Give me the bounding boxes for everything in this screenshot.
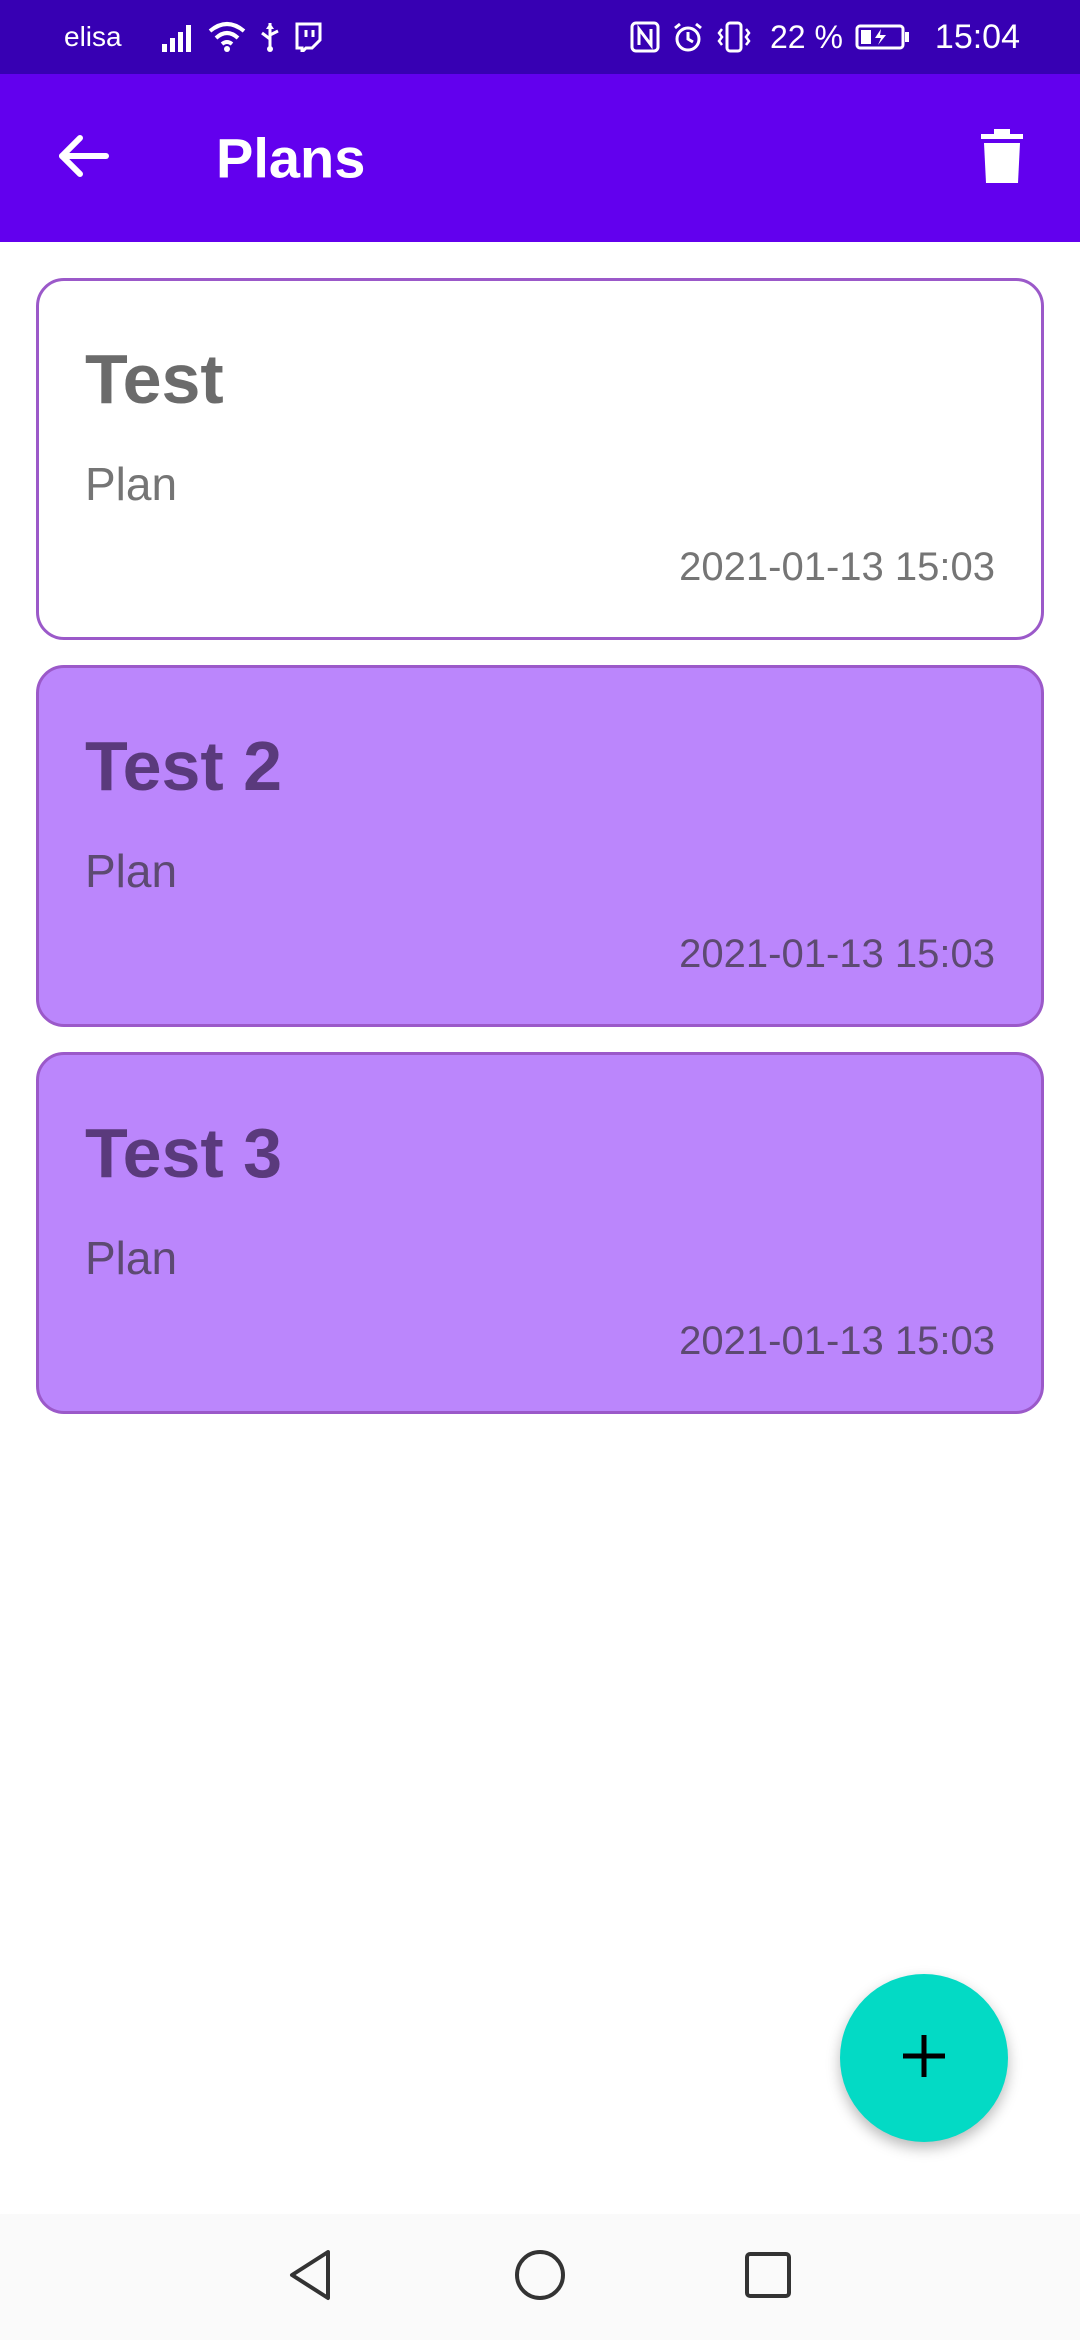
plan-subtitle: Plan bbox=[85, 1232, 178, 1284]
nav-back-button[interactable] bbox=[278, 2245, 342, 2309]
alarm-icon bbox=[672, 21, 704, 53]
plan-title: Test 2 bbox=[85, 727, 283, 805]
arrow-back-icon bbox=[58, 134, 110, 183]
battery-charging-icon bbox=[855, 23, 911, 51]
plan-card[interactable]: Test 3 Plan 2021-01-13 15:03 bbox=[36, 1052, 1044, 1414]
plan-subtitle: Plan bbox=[85, 845, 178, 897]
plan-card[interactable]: Test 2 Plan 2021-01-13 15:03 bbox=[36, 665, 1044, 1027]
signal-icon bbox=[161, 22, 196, 52]
plan-date: 2021-01-13 15:03 bbox=[679, 545, 995, 589]
status-clock: 15:04 bbox=[934, 17, 1020, 56]
plus-icon bbox=[900, 2032, 948, 2085]
nav-home-button[interactable] bbox=[508, 2245, 572, 2309]
plan-date: 2021-01-13 15:03 bbox=[679, 1319, 995, 1363]
plan-title: Test 3 bbox=[85, 1114, 283, 1192]
plans-screen: elisa 22 % 15:04 Plans Test Plan 2021-01… bbox=[0, 0, 1080, 2340]
app-bar: Plans bbox=[0, 74, 1080, 242]
carrier-name: elisa bbox=[64, 21, 122, 52]
status-right: 22 % 15:04 bbox=[630, 18, 1020, 57]
trash-icon bbox=[981, 128, 1023, 188]
nfc-icon bbox=[630, 21, 660, 53]
plan-date: 2021-01-13 15:03 bbox=[679, 932, 995, 976]
vibrate-icon bbox=[716, 21, 752, 53]
battery-percent: 22 % bbox=[769, 18, 843, 55]
status-left: elisa bbox=[64, 21, 334, 53]
usb-icon bbox=[258, 21, 282, 53]
plan-list: Test Plan 2021-01-13 15:03 Test 2 Plan 2… bbox=[36, 278, 1044, 1439]
delete-button[interactable] bbox=[970, 126, 1034, 190]
nav-home-icon bbox=[513, 2248, 567, 2307]
twitch-icon bbox=[294, 22, 322, 52]
nav-back-icon bbox=[286, 2248, 334, 2307]
plan-card[interactable]: Test Plan 2021-01-13 15:03 bbox=[36, 278, 1044, 640]
nav-recents-icon bbox=[743, 2250, 793, 2305]
status-bar: elisa 22 % 15:04 bbox=[0, 0, 1080, 74]
plan-title: Test bbox=[85, 340, 224, 418]
system-nav-bar bbox=[0, 2214, 1080, 2340]
plan-subtitle: Plan bbox=[85, 458, 178, 510]
back-button[interactable] bbox=[52, 126, 116, 190]
add-plan-button[interactable] bbox=[840, 1974, 1008, 2142]
wifi-icon bbox=[208, 21, 246, 53]
page-title: Plans bbox=[216, 126, 366, 190]
nav-recents-button[interactable] bbox=[736, 2245, 800, 2309]
